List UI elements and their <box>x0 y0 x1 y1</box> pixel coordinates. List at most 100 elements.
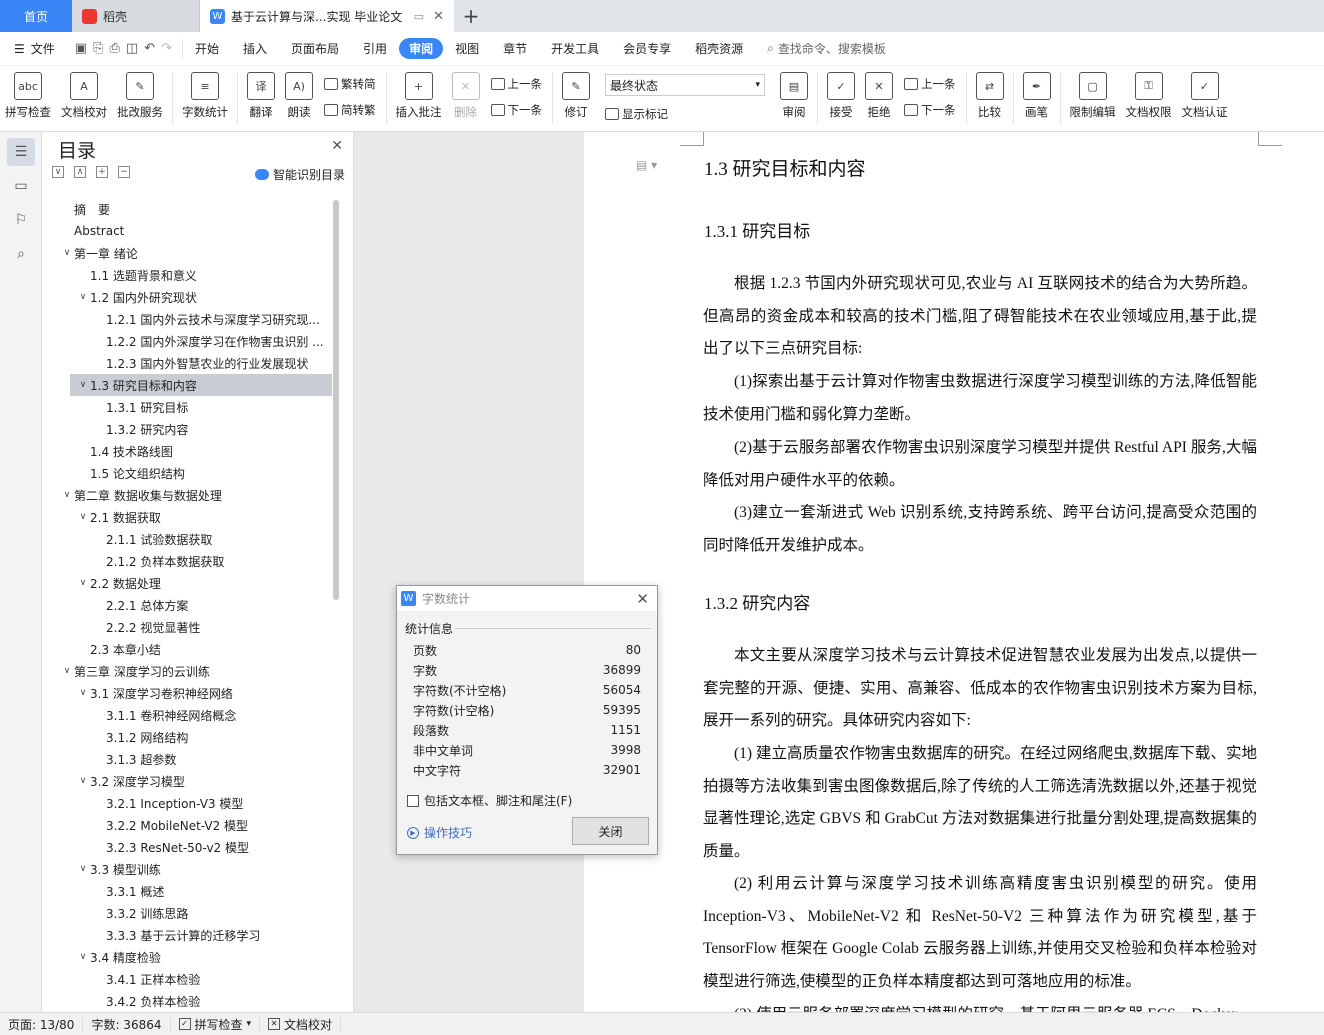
toc-item[interactable]: 2.2.1 总体方案 <box>42 594 332 616</box>
chevron-down-icon[interactable]: ∨ <box>60 666 74 676</box>
dialog-titlebar[interactable]: W 字数统计 ✕ <box>397 586 657 612</box>
menu-developer[interactable]: 开发工具 <box>539 38 611 59</box>
toc-item[interactable]: ∨ 3.3 模型训练 <box>42 858 332 880</box>
read-aloud-button[interactable]: A) 朗读 <box>280 72 318 120</box>
toc-item[interactable]: 1.2.2 国内外深度学习在作物害虫识别 ... <box>42 330 332 352</box>
toc-item[interactable]: ∨ 1.2 国内外研究现状 <box>42 286 332 308</box>
menu-insert[interactable]: 插入 <box>231 38 279 59</box>
toc-item[interactable]: 3.2.2 MobileNet-V2 模型 <box>42 814 332 836</box>
menu-start[interactable]: 开始 <box>183 38 231 59</box>
toc-item[interactable]: 3.3.2 训练思路 <box>42 902 332 924</box>
save-icon[interactable]: ▣ <box>75 41 87 56</box>
toc-item[interactable]: 2.2.2 视觉显著性 <box>42 616 332 638</box>
add-level-icon[interactable]: + <box>96 166 108 178</box>
restrict-editing-button[interactable]: ▢ 限制编辑 <box>1065 72 1121 120</box>
toc-item[interactable]: ∨ 3.2 深度学习模型 <box>42 770 332 792</box>
window-icon[interactable]: ▭ <box>414 10 424 23</box>
toc-item[interactable]: 1.2.3 国内外智慧农业的行业发展现状 <box>42 352 332 374</box>
toc-panel-icon[interactable]: ☰ <box>7 138 35 166</box>
smart-toc-button[interactable]: 智能识别目录 <box>254 166 345 183</box>
toc-item[interactable]: ∨ 1.3 研究目标和内容 <box>70 374 332 396</box>
toc-item[interactable]: ∨ 第三章 深度学习的云训练 <box>42 660 332 682</box>
chevron-down-icon[interactable]: ∨ <box>76 864 90 874</box>
menu-view[interactable]: 视图 <box>443 38 491 59</box>
document-page[interactable]: ▤ ▾ 1.3 研究目标和内容 1.3.1 研究目标 根据 1.2.3 节国内外… <box>584 132 1324 1012</box>
status-spell-check[interactable]: ✓ 拼写检查 ▾ <box>171 1016 261 1032</box>
chevron-down-icon[interactable]: ∨ <box>60 248 74 258</box>
toc-item[interactable]: 3.2.3 ResNet-50-v2 模型 <box>42 836 332 858</box>
close-icon[interactable]: ✕ <box>636 590 649 608</box>
toc-item[interactable]: 3.2.1 Inception-V3 模型 <box>42 792 332 814</box>
toc-item[interactable]: 3.1.1 卷积神经网络概念 <box>42 704 332 726</box>
next-comment-button[interactable]: 下一条 <box>490 102 542 118</box>
toc-item[interactable]: 1.1 选题背景和意义 <box>42 264 332 286</box>
toc-item[interactable]: ∨ 3.4 精度检验 <box>42 946 332 968</box>
print-icon[interactable]: ⎙ <box>109 41 119 56</box>
word-count-indicator[interactable]: 字数: 36864 <box>83 1016 171 1032</box>
track-changes-button[interactable]: ✎ 修订 <box>557 72 595 120</box>
toc-item[interactable]: Abstract <box>42 220 332 242</box>
toc-item[interactable]: 1.2.1 国内外云技术与深度学习研究现... <box>42 308 332 330</box>
doc-check-button[interactable]: A 文档校对 <box>56 72 112 120</box>
close-tab-icon[interactable]: ✕ <box>433 9 444 24</box>
undo-icon[interactable]: ↶ <box>144 41 155 56</box>
toc-item[interactable]: 1.5 论文组织结构 <box>42 462 332 484</box>
doc-permission-button[interactable]: ⚿ 文档权限 <box>1121 72 1177 120</box>
toc-item[interactable]: 2.1.1 试验数据获取 <box>42 528 332 550</box>
toc-item[interactable]: 1.4 技术路线图 <box>42 440 332 462</box>
tab-home[interactable]: 首页 <box>0 0 72 32</box>
show-marks-button[interactable]: 显示标记 <box>601 106 769 122</box>
word-count-button[interactable]: ≡ 字数统计 <box>177 72 233 120</box>
trad-to-simp-button[interactable]: 繁转简 <box>324 76 376 92</box>
chapter-nav-icon[interactable]: ▭ <box>7 172 35 200</box>
print-preview-icon[interactable]: ◫ <box>126 41 138 56</box>
chevron-down-icon[interactable]: ∨ <box>76 952 90 962</box>
translate-button[interactable]: 译翻译 <box>242 72 280 120</box>
spell-check-button[interactable]: abc 拼写检查 <box>0 72 56 120</box>
toc-item[interactable]: 3.4.2 负样本检验 <box>42 990 332 1012</box>
menu-member[interactable]: 会员专享 <box>611 38 683 59</box>
close-button[interactable]: 关闭 <box>572 817 649 845</box>
simp-to-trad-button[interactable]: 简转繁 <box>324 102 376 118</box>
new-tab-button[interactable]: + <box>454 0 488 32</box>
insert-comment-button[interactable]: + 插入批注 <box>391 72 447 120</box>
bookmark-icon[interactable]: ⚐ <box>7 206 35 234</box>
prev-comment-button[interactable]: 上一条 <box>490 76 542 92</box>
correction-service-button[interactable]: ✎ 批改服务 <box>112 72 168 120</box>
redo-icon[interactable]: ↷ <box>161 41 172 56</box>
paragraph-menu-icon[interactable]: ▤ ▾ <box>636 158 657 172</box>
chevron-down-icon[interactable]: ∨ <box>76 292 90 302</box>
chevron-down-icon[interactable]: ∨ <box>76 578 90 588</box>
chevron-down-icon[interactable]: ∨ <box>76 512 90 522</box>
compare-button[interactable]: ⇄ 比较 <box>971 72 1009 120</box>
chevron-down-icon[interactable]: ∨ <box>76 776 90 786</box>
page-indicator[interactable]: 页面: 13/80 <box>0 1016 84 1032</box>
chevron-down-icon[interactable]: ∨ <box>60 490 74 500</box>
toc-item[interactable]: ∨ 第二章 数据收集与数据处理 <box>42 484 332 506</box>
toc-item[interactable]: 3.1.3 超参数 <box>42 748 332 770</box>
toc-item[interactable]: 2.1.2 负样本数据获取 <box>42 550 332 572</box>
final-state-select[interactable]: 最终状态 ▾ <box>605 74 765 96</box>
remove-level-icon[interactable]: − <box>118 166 130 178</box>
toc-item[interactable]: 3.4.1 正样本检验 <box>42 968 332 990</box>
toc-item[interactable]: 1.3.1 研究目标 <box>42 396 332 418</box>
toc-item[interactable]: 3.3.1 概述 <box>42 880 332 902</box>
command-search[interactable]: ⌕ 查找命令、搜索模板 <box>767 40 886 57</box>
checkbox-box[interactable] <box>407 794 419 807</box>
close-toc-icon[interactable]: ✕ <box>331 138 343 154</box>
toc-item[interactable]: 2.3 本章小结 <box>42 638 332 660</box>
tab-document[interactable]: W 基于云计算与深...实现 毕业论文 ▭ ✕ <box>200 0 454 32</box>
toc-scrollbar[interactable] <box>333 200 339 600</box>
toc-item[interactable]: ∨ 2.1 数据获取 <box>42 506 332 528</box>
next-change-button[interactable]: 下一条 <box>904 102 956 118</box>
chevron-down-icon[interactable]: ∨ <box>76 380 90 390</box>
export-pdf-icon[interactable]: ⎘ <box>93 41 103 56</box>
toc-item[interactable]: ∨ 2.2 数据处理 <box>42 572 332 594</box>
file-menu[interactable]: ☰ 文件 <box>0 40 65 57</box>
reject-button[interactable]: ✕ 拒绝 <box>860 72 898 120</box>
pen-button[interactable]: ✒ 画笔 <box>1018 72 1056 120</box>
toc-item[interactable]: ∨ 第一章 绪论 <box>42 242 332 264</box>
review-pane-button[interactable]: ▤ 审阅 <box>775 72 813 120</box>
menu-chapter[interactable]: 章节 <box>491 38 539 59</box>
toc-item[interactable]: 摘 要 <box>42 198 332 220</box>
